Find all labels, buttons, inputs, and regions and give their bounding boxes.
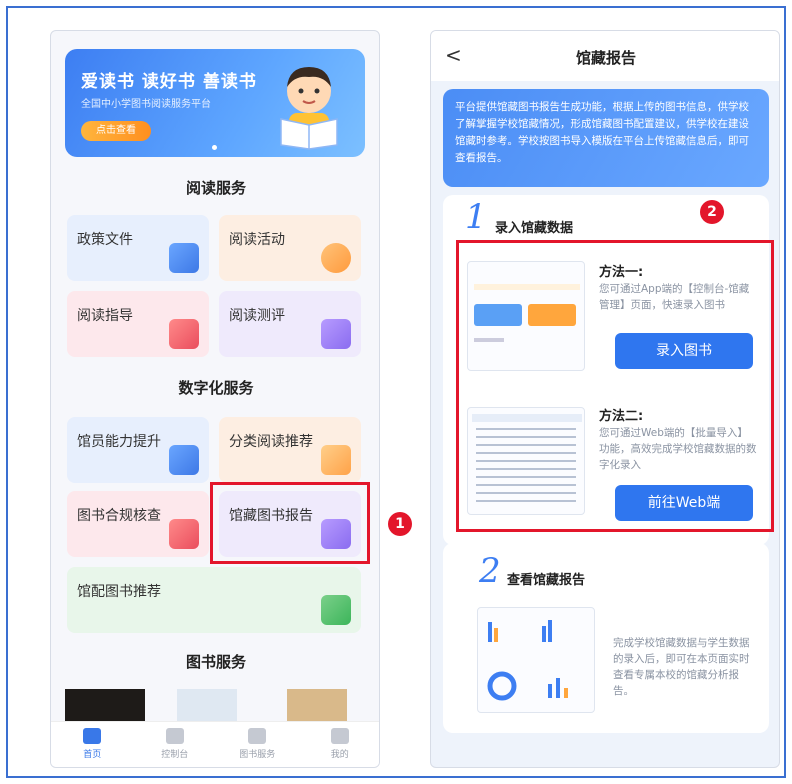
highlight-box-1 — [210, 482, 370, 564]
section-reading-service: 阅读服务 — [185, 179, 246, 197]
list-icon — [248, 728, 267, 744]
step2-description: 完成学校馆藏数据与学生数据的录入后，即可在本页面实时查看专属本校的馆藏分析报告。 — [613, 637, 750, 697]
tab-book-service[interactable]: 图书服务 — [216, 722, 299, 767]
banner-title: 爱读书 读好书 善读书 — [81, 72, 257, 92]
banner-view-button[interactable]: 点击查看 — [81, 121, 151, 141]
tab-label: 图书服务 — [239, 750, 276, 760]
banner-subtitle: 全国中小学图书阅读服务平台 — [81, 99, 211, 110]
reader-icon — [321, 445, 351, 475]
nav-header: < 馆藏报告 — [431, 31, 779, 81]
card-book-recommend[interactable]: 馆配图书推荐 — [67, 567, 361, 633]
card-staff-training[interactable]: 馆员能力提升 — [67, 417, 209, 483]
step2-card: 2 查看馆藏报告 完成学校馆藏数据与学生数据的录入后，即可在本页面实时查看专属本… — [443, 543, 769, 733]
document-icon — [169, 243, 199, 273]
highlight-box-2 — [456, 240, 774, 532]
tab-label: 控制台 — [161, 750, 189, 760]
home-screen: 爱读书 读好书 善读书 全国中小学图书阅读服务平台 点击查看 阅读服务 政策文件… — [50, 30, 380, 768]
tab-label: 首页 — [83, 750, 102, 760]
user-icon — [330, 728, 349, 744]
home-icon — [83, 728, 102, 744]
step2-number: 2 — [479, 551, 501, 591]
step1-number: 1 — [465, 197, 487, 237]
card-reading-evaluation[interactable]: 阅读测评 — [219, 291, 361, 357]
bookshelf-icon — [321, 595, 351, 625]
step-badge-1: 1 — [388, 512, 412, 536]
section-book-service: 图书服务 — [185, 653, 246, 671]
folder-icon — [169, 319, 199, 349]
card-compliance-check[interactable]: 图书合规核查 — [67, 491, 209, 557]
card-category-recommend[interactable]: 分类阅读推荐 — [219, 417, 361, 483]
briefcase-icon — [169, 445, 199, 475]
tab-label: 我的 — [330, 750, 349, 760]
reading-kid-illustration — [280, 67, 338, 150]
step1-title: 录入馆藏数据 — [495, 221, 574, 236]
tab-mine[interactable]: 我的 — [299, 722, 380, 767]
bottom-tab-bar: 首页 控制台 图书服务 我的 — [51, 721, 380, 767]
tab-console[interactable]: 控制台 — [134, 722, 217, 767]
carousel-dot — [212, 145, 217, 150]
card-policy-files[interactable]: 政策文件 — [67, 215, 209, 281]
magnifier-icon — [169, 519, 199, 549]
tab-home[interactable]: 首页 — [51, 722, 134, 767]
card-reading-guide[interactable]: 阅读指导 — [67, 291, 209, 357]
card-label: 馆配图书推荐 — [77, 584, 161, 600]
banner[interactable]: 爱读书 读好书 善读书 全国中小学图书阅读服务平台 点击查看 — [65, 49, 365, 157]
book-icon — [321, 319, 351, 349]
step-badge-2: 2 — [700, 200, 724, 224]
card-reading-activity[interactable]: 阅读活动 — [219, 215, 361, 281]
book-cover[interactable] — [287, 689, 347, 723]
grid-icon — [165, 728, 184, 744]
heart-icon — [321, 243, 351, 273]
page-title: 馆藏报告 — [575, 49, 636, 67]
section-digital-service: 数字化服务 — [178, 379, 254, 397]
step2-title: 查看馆藏报告 — [507, 573, 586, 588]
book-covers-row — [65, 689, 365, 723]
report-thumbnail — [477, 607, 595, 713]
book-cover[interactable] — [65, 689, 145, 723]
intro-text: 平台提供馆藏图书报告生成功能，根据上传的图书信息，供学校了解掌握学校馆藏情况，形… — [443, 89, 769, 187]
book-cover[interactable] — [177, 689, 237, 723]
